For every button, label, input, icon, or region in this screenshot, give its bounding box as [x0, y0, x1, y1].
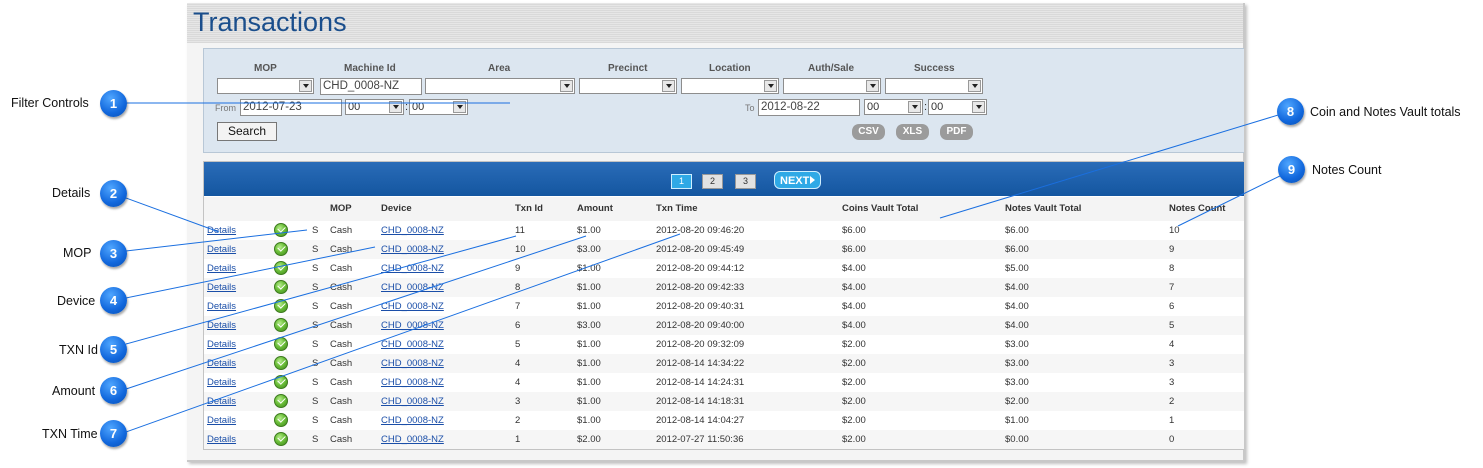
callout-9-badge: 9 [1278, 156, 1305, 183]
callout-6-badge: 6 [100, 377, 127, 404]
callout-2-badge: 2 [100, 180, 127, 207]
callout-7-label: TXN Time [42, 427, 98, 441]
callout-3-badge: 3 [100, 240, 127, 267]
callout-9-label: Notes Count [1312, 163, 1382, 177]
callout-1-badge: 1 [100, 90, 127, 117]
callout-5-label: TXN Id [59, 343, 98, 357]
callout-4-label: Device [57, 294, 96, 308]
callout-6-label: Amount [52, 384, 96, 398]
callout-line-6 [125, 235, 587, 390]
callout-8-label: Coin and Notes Vault totals [1310, 105, 1461, 119]
callout-line-4 [125, 246, 376, 299]
callout-5-badge: 5 [100, 336, 127, 363]
callout-line-8 [939, 111, 1289, 219]
callout-1-label: Filter Controls [11, 96, 89, 110]
callout-line-5 [125, 235, 517, 345]
callout-line-7 [125, 233, 681, 433]
callout-2-label: Details [52, 186, 91, 200]
callout-line-2 [125, 197, 220, 233]
callout-lines [125, 102, 1289, 433]
callout-4-badge: 4 [100, 287, 127, 314]
callout-7-badge: 7 [100, 420, 127, 447]
callout-line-3 [125, 229, 308, 252]
callout-3-label: MOP [63, 246, 92, 260]
callout-8-badge: 8 [1277, 98, 1304, 125]
callout-line-9 [1177, 171, 1289, 227]
